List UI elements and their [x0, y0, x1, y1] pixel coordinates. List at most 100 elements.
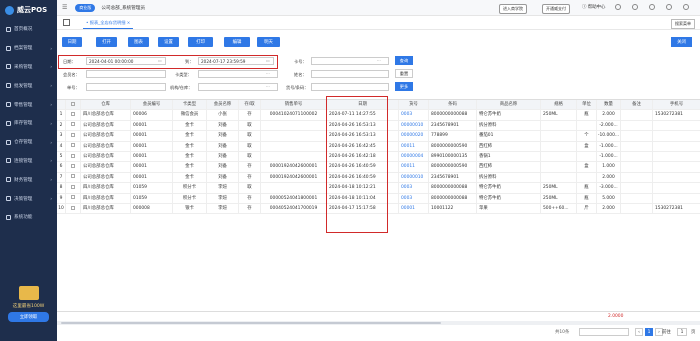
- name-input[interactable]: [311, 70, 389, 78]
- table-cell: 存: [239, 193, 261, 203]
- sidebar-item[interactable]: 批发管理 ›: [0, 76, 57, 95]
- refresh-icon[interactable]: [615, 4, 621, 10]
- toolbar-button-next[interactable]: 明天: [257, 37, 280, 47]
- row-checkbox[interactable]: [66, 141, 81, 151]
- checkbox-icon[interactable]: [71, 174, 75, 179]
- menu-toggle-icon[interactable]: ☰: [62, 4, 67, 11]
- sidebar-item[interactable]: 系统功能: [0, 208, 57, 227]
- goto-input[interactable]: 1: [677, 328, 687, 336]
- sidebar-item[interactable]: 仓存管理 ›: [0, 133, 57, 152]
- column-header[interactable]: 条码: [429, 100, 477, 110]
- column-header[interactable]: 备注: [621, 100, 653, 110]
- row-checkbox[interactable]: [66, 172, 81, 183]
- more-dots-icon[interactable]: ···: [266, 84, 270, 89]
- checkbox-icon[interactable]: [71, 122, 75, 127]
- column-header[interactable]: 商品名称: [477, 100, 541, 110]
- table-cell: 公司总部总仓库: [81, 162, 131, 172]
- toolbar-button-open[interactable]: 打开: [96, 37, 117, 47]
- row-checkbox[interactable]: [66, 110, 81, 120]
- toolbar-button-chart[interactable]: 图表: [128, 37, 149, 47]
- column-header[interactable]: 会员编号: [131, 100, 173, 110]
- sidebar-item[interactable]: 零售管理 ›: [0, 95, 57, 114]
- row-checkbox[interactable]: [66, 152, 81, 162]
- date-from-input[interactable]: 2024-04-01 00:00:00: [86, 57, 166, 65]
- checkbox-icon[interactable]: [71, 143, 75, 148]
- sidebar-item[interactable]: 连锁管理 ›: [0, 152, 57, 171]
- row-checkbox[interactable]: [66, 131, 81, 141]
- warehouse-icon: [6, 120, 11, 126]
- more-button[interactable]: 更多: [395, 82, 413, 91]
- scrollbar-thumb[interactable]: [61, 322, 441, 324]
- column-header[interactable]: 仓库: [81, 100, 131, 110]
- column-header[interactable]: 单位: [577, 100, 597, 110]
- sidebar-item[interactable]: 档案管理 ›: [0, 39, 57, 58]
- column-header[interactable]: 数量: [597, 100, 621, 110]
- row-checkbox[interactable]: [66, 120, 81, 131]
- checkbox-icon[interactable]: [71, 101, 75, 106]
- page-unit-label: 页: [691, 330, 696, 335]
- checkbox-icon[interactable]: [71, 184, 75, 189]
- prev-page-button[interactable]: ‹: [635, 328, 643, 336]
- checkbox-icon[interactable]: [71, 132, 75, 137]
- toolbar-button-edit[interactable]: 编辑: [224, 37, 250, 47]
- user-icon[interactable]: [666, 4, 672, 10]
- table-cell: [577, 152, 597, 162]
- row-checkbox[interactable]: [66, 183, 81, 193]
- page-size-select[interactable]: [579, 328, 629, 336]
- checkbox-icon[interactable]: [71, 205, 75, 210]
- bell-icon[interactable]: [632, 4, 638, 10]
- power-icon[interactable]: [683, 4, 689, 10]
- academy-button[interactable]: 进入商学院: [499, 4, 527, 14]
- promo-button[interactable]: 立即领取: [8, 312, 49, 322]
- checkbox-icon[interactable]: [71, 111, 75, 116]
- select-all-checkbox[interactable]: [66, 100, 81, 110]
- table-cell: 公司总部总仓库: [81, 120, 131, 131]
- toolbar-button-settings[interactable]: 设置: [158, 37, 179, 47]
- sidebar-item[interactable]: 库存管理 ›: [0, 114, 57, 133]
- more-dots-icon[interactable]: ···: [266, 71, 270, 76]
- info-icon[interactable]: [649, 4, 655, 10]
- column-header[interactable]: 存/取: [239, 100, 261, 110]
- sidebar-item[interactable]: 决策管理 ›: [0, 189, 57, 208]
- tab-inventory-report[interactable]: • 报表_全店存货明细 ×: [83, 18, 134, 29]
- gift-icon: [18, 286, 39, 300]
- row-checkbox[interactable]: [66, 204, 81, 214]
- home-icon[interactable]: [63, 19, 70, 26]
- table-cell: 番茄01: [477, 131, 541, 141]
- close-button[interactable]: 关闭: [671, 37, 692, 47]
- column-header[interactable]: [57, 100, 66, 110]
- checkbox-icon[interactable]: [71, 153, 75, 158]
- sidebar-item[interactable]: 首页概况: [0, 20, 57, 39]
- query-button[interactable]: 查询: [395, 56, 413, 65]
- column-header[interactable]: 会员名称: [207, 100, 239, 110]
- toolbar-button-print[interactable]: 打印: [188, 37, 213, 47]
- row-checkbox[interactable]: [66, 193, 81, 203]
- column-header[interactable]: 卡类型: [173, 100, 207, 110]
- checkbox-icon[interactable]: [71, 163, 75, 168]
- column-header[interactable]: 规格: [541, 100, 577, 110]
- more-dots-icon[interactable]: ···: [377, 58, 381, 63]
- table-cell: [621, 152, 653, 162]
- table-cell: 刘备: [207, 141, 239, 151]
- store-badge[interactable]: 商业版: [75, 3, 96, 12]
- order-input[interactable]: [86, 83, 166, 91]
- column-header[interactable]: 手机号: [653, 100, 700, 109]
- toolbar-button-date[interactable]: 日期: [62, 37, 82, 47]
- page-button[interactable]: 1: [645, 328, 653, 336]
- pay-button[interactable]: 开通威支付: [542, 4, 570, 14]
- row-checkbox[interactable]: [66, 162, 81, 172]
- column-header[interactable]: 销售单号: [261, 100, 327, 110]
- member-input[interactable]: [86, 70, 166, 78]
- sidebar-item[interactable]: 财务管理 ›: [0, 170, 57, 189]
- column-header[interactable]: 货号: [399, 100, 429, 110]
- goods-input[interactable]: [311, 83, 389, 91]
- checkbox-icon[interactable]: [71, 195, 75, 200]
- sidebar-item-label: 零售管理: [14, 102, 33, 108]
- search-menu-button[interactable]: 搜索菜单: [671, 19, 695, 29]
- calendar-icon[interactable]: ▭: [158, 58, 162, 63]
- help-link[interactable]: ⓘ 帮助中心: [582, 4, 605, 10]
- calendar-icon[interactable]: ▭: [266, 58, 270, 63]
- reset-button[interactable]: 重置: [395, 69, 413, 78]
- sidebar-item[interactable]: 采购管理 ›: [0, 58, 57, 77]
- date-to-input[interactable]: 2024-07-17 23:59:59: [198, 57, 274, 65]
